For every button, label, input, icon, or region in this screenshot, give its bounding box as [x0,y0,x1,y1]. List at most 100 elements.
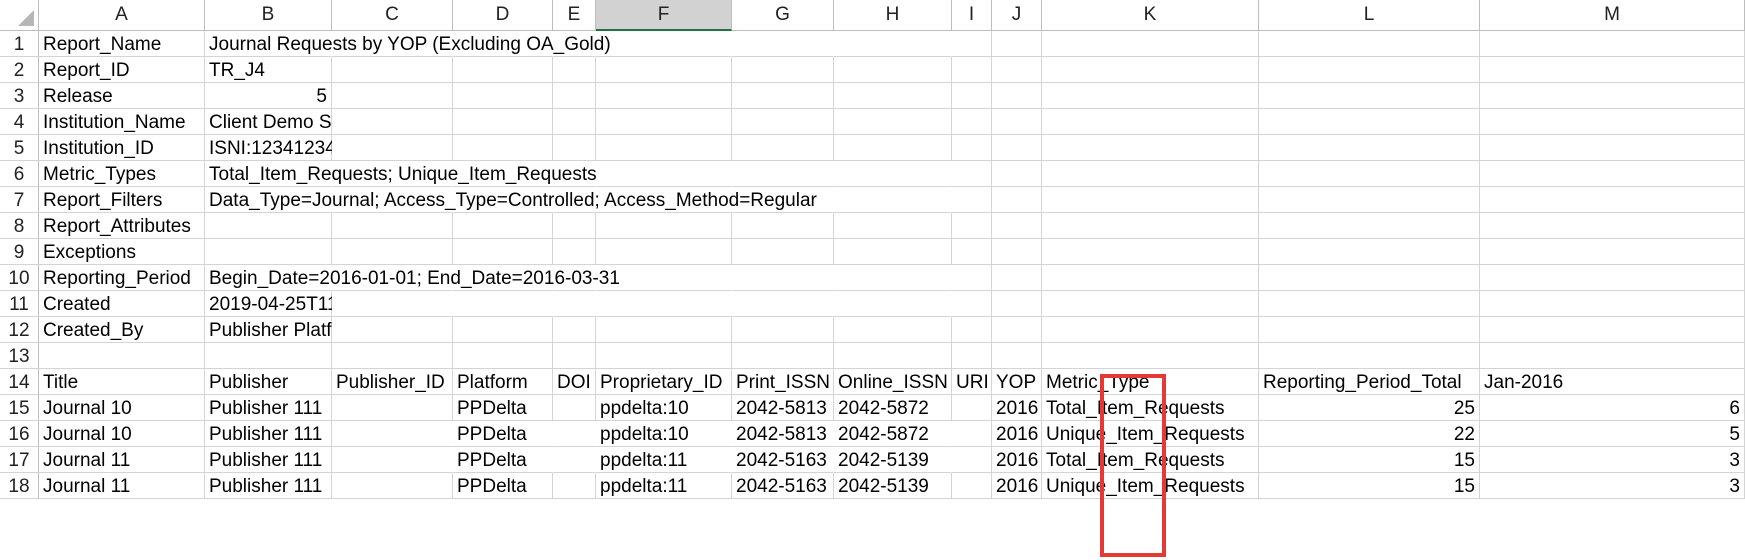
cell-m7[interactable] [1480,187,1745,213]
cell-i3[interactable] [952,83,992,109]
cell-j8[interactable] [992,213,1042,239]
cell-f2[interactable] [596,57,732,83]
row-header-3[interactable]: 3 [0,83,39,109]
cell-m17[interactable]: 3 [1480,447,1745,473]
row-header-18[interactable]: 18 [0,473,39,499]
cell-i9[interactable] [952,239,992,265]
cell-f6[interactable] [596,161,732,187]
cell-g14[interactable]: Print_ISSN [732,369,834,395]
cell-d4[interactable] [453,109,553,135]
column-header-a[interactable]: A [39,0,205,31]
cell-l5[interactable] [1259,135,1480,161]
cell-g16[interactable]: 2042-5813 [732,421,834,447]
cell-f4[interactable] [596,109,732,135]
cell-e12[interactable] [553,317,596,343]
cell-m1[interactable] [1480,31,1745,57]
cell-k18[interactable]: Unique_Item_Requests [1042,473,1259,499]
cell-b10[interactable]: Begin_Date=2016-01-01; End_Date=2016-03-… [205,265,620,291]
cell-l11[interactable] [1259,291,1480,317]
cell-h7[interactable] [834,187,952,213]
row-header-14[interactable]: 14 [0,369,39,395]
cell-m12[interactable] [1480,317,1745,343]
column-header-h[interactable]: H [834,0,952,31]
select-all-corner[interactable] [0,0,39,31]
cell-i6[interactable] [952,161,992,187]
cell-e9[interactable] [553,239,596,265]
cell-l12[interactable] [1259,317,1480,343]
cell-a10[interactable]: Reporting_Period [39,265,205,291]
cell-a17[interactable]: Journal 11 [39,447,205,473]
column-header-k[interactable]: K [1042,0,1259,31]
cell-l10[interactable] [1259,265,1480,291]
row-header-4[interactable]: 4 [0,109,39,135]
row-header-13[interactable]: 13 [0,343,39,369]
cell-f17[interactable]: ppdelta:11 [596,447,732,473]
cell-k11[interactable] [1042,291,1259,317]
cell-k13[interactable] [1042,343,1259,369]
cell-b16[interactable]: Publisher 111 [205,421,332,447]
cell-e15[interactable] [553,395,596,421]
cell-a7[interactable]: Report_Filters [39,187,205,213]
cell-j9[interactable] [992,239,1042,265]
cell-f12[interactable] [596,317,732,343]
cell-a6[interactable]: Metric_Types [39,161,205,187]
cell-k8[interactable] [1042,213,1259,239]
cell-i17[interactable] [952,447,992,473]
cell-i12[interactable] [952,317,992,343]
cell-h18[interactable]: 2042-5139 [834,473,952,499]
cell-h16[interactable]: 2042-5872 [834,421,952,447]
cell-k12[interactable] [1042,317,1259,343]
cell-b6[interactable]: Total_Item_Requests; Unique_Item_Request… [205,161,597,187]
cell-l13[interactable] [1259,343,1480,369]
cell-j1[interactable] [992,31,1042,57]
cell-i13[interactable] [952,343,992,369]
cell-h5[interactable] [834,135,952,161]
cell-e16[interactable] [553,421,596,447]
cell-h15[interactable]: 2042-5872 [834,395,952,421]
cell-j13[interactable] [992,343,1042,369]
cell-h4[interactable] [834,109,952,135]
cell-i7[interactable] [952,187,992,213]
column-header-m[interactable]: M [1480,0,1745,31]
cell-c4[interactable] [332,109,453,135]
cell-l8[interactable] [1259,213,1480,239]
cell-k7[interactable] [1042,187,1259,213]
cell-m3[interactable] [1480,83,1745,109]
cell-j3[interactable] [992,83,1042,109]
cell-i16[interactable] [952,421,992,447]
cell-g12[interactable] [732,317,834,343]
cell-c15[interactable] [332,395,453,421]
cell-d12[interactable] [453,317,553,343]
cell-f14[interactable]: Proprietary_ID [596,369,732,395]
cell-j10[interactable] [992,265,1042,291]
cell-b4[interactable]: Client Demo Site [205,109,352,135]
cell-c11[interactable] [332,291,453,317]
column-header-b[interactable]: B [205,0,332,31]
cell-m6[interactable] [1480,161,1745,187]
cell-m11[interactable] [1480,291,1745,317]
cell-c13[interactable] [332,343,453,369]
cell-j11[interactable] [992,291,1042,317]
cell-k3[interactable] [1042,83,1259,109]
cell-k16[interactable]: Unique_Item_Requests [1042,421,1259,447]
row-header-17[interactable]: 17 [0,447,39,473]
row-header-8[interactable]: 8 [0,213,39,239]
cell-a2[interactable]: Report_ID [39,57,205,83]
cell-b1[interactable]: Journal Requests by YOP (Excluding OA_Go… [205,31,611,57]
cell-e11[interactable] [553,291,596,317]
cell-c5[interactable] [332,135,453,161]
cell-i1[interactable] [952,31,992,57]
cell-h2[interactable] [834,57,952,83]
cell-j7[interactable] [992,187,1042,213]
cell-j5[interactable] [992,135,1042,161]
cell-k4[interactable] [1042,109,1259,135]
cell-i4[interactable] [952,109,992,135]
cell-i5[interactable] [952,135,992,161]
cell-g11[interactable] [732,291,834,317]
cell-h6[interactable] [834,161,952,187]
cell-k14[interactable]: Metric_Type [1042,369,1259,395]
cell-b13[interactable] [205,343,332,369]
cell-c18[interactable] [332,473,453,499]
cell-c3[interactable] [332,83,453,109]
cell-m8[interactable] [1480,213,1745,239]
